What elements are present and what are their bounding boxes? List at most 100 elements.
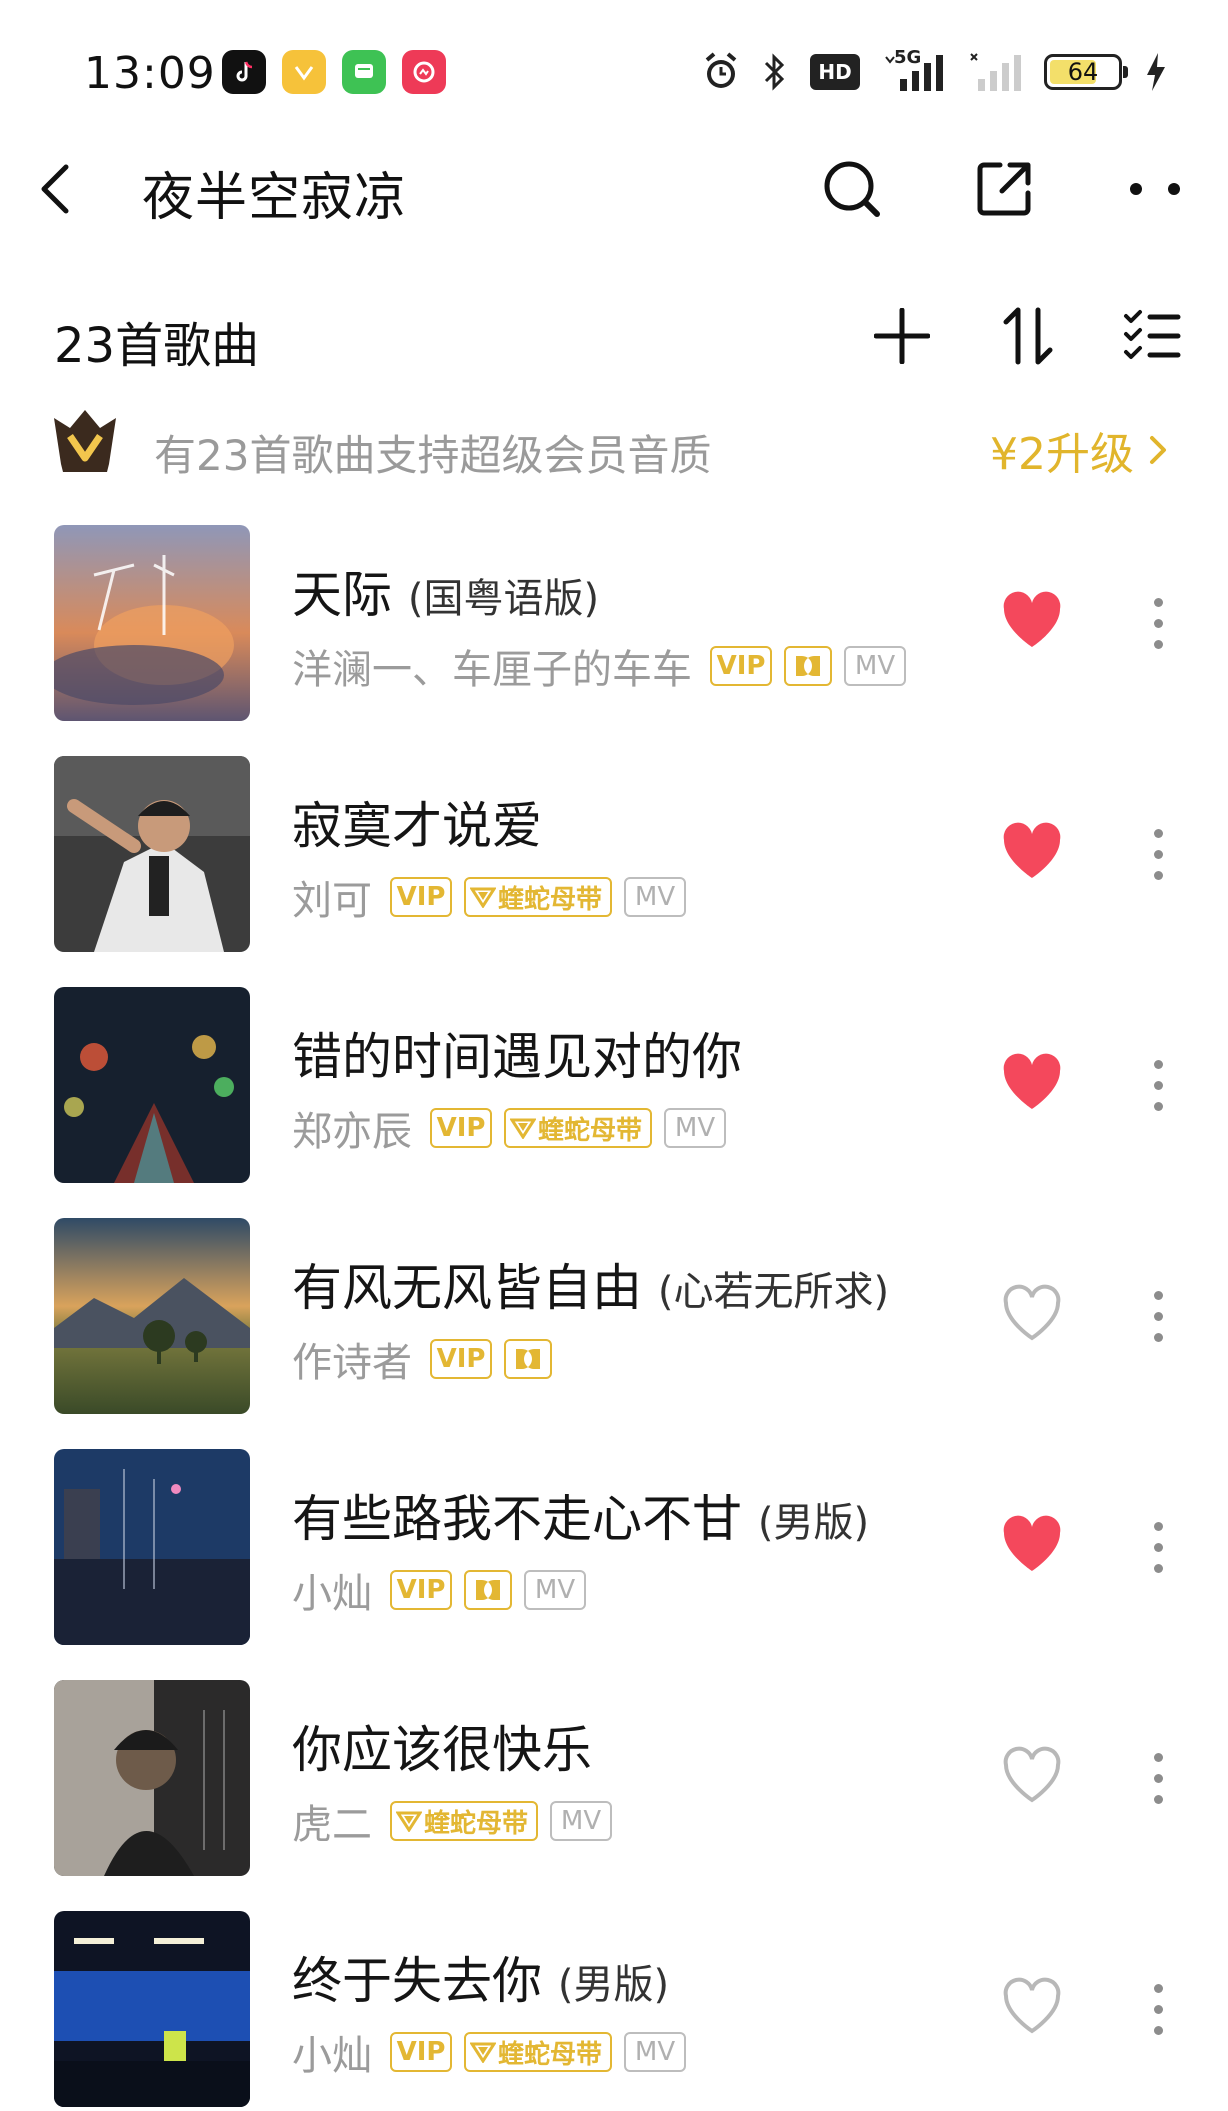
heart-outline-icon[interactable] bbox=[1000, 1746, 1064, 1806]
song-title-text: 有些路我不走心不甘 bbox=[292, 1490, 742, 1548]
song-title: 寂寞才说爱 bbox=[292, 786, 542, 858]
share-icon bbox=[977, 162, 1031, 216]
viper-label: 蝰蛇母带 bbox=[538, 1115, 643, 1146]
status-bar: 13:09 HD 5G 64 bbox=[0, 0, 1228, 145]
mv-badge[interactable]: MV bbox=[550, 1801, 613, 1841]
mv-badge[interactable]: MV bbox=[664, 1108, 727, 1148]
viper-icon bbox=[396, 1811, 422, 1832]
song-row[interactable]: 终于失去你 (男版) 小灿 VIP 蝰蛇母带 MV bbox=[0, 1911, 1228, 2111]
song-more-button[interactable] bbox=[1140, 1268, 1176, 1364]
hd-icon: HD bbox=[810, 54, 860, 90]
song-artist: 郑亦辰 bbox=[292, 1109, 412, 1155]
search-button[interactable] bbox=[812, 149, 892, 229]
song-title-text: 终于失去你 bbox=[292, 1952, 542, 2010]
alarm-icon bbox=[705, 52, 737, 88]
song-row[interactable]: 寂寞才说爱 刘可 VIP 蝰蛇母带 MV bbox=[0, 756, 1228, 987]
viper-icon bbox=[470, 887, 496, 908]
heart-filled-icon[interactable] bbox=[1000, 1515, 1064, 1575]
heart-filled-icon[interactable] bbox=[1000, 591, 1064, 651]
song-row[interactable]: 你应该很快乐 虎二 蝰蛇母带 MV bbox=[0, 1680, 1228, 1911]
viper-badge: 蝰蛇母带 bbox=[390, 1801, 539, 1841]
song-row[interactable]: 有些路我不走心不甘 (男版) 小灿 VIP MV bbox=[0, 1449, 1228, 1680]
album-cover bbox=[54, 1218, 250, 1414]
vip-badge: VIP bbox=[390, 1570, 452, 1610]
song-more-button[interactable] bbox=[1140, 806, 1176, 902]
song-meta: 小灿 VIP 蝰蛇母带 MV bbox=[292, 2027, 698, 2079]
song-artist: 洋澜一、车厘子的车车 bbox=[292, 647, 692, 693]
song-more-button[interactable] bbox=[1140, 1961, 1176, 2057]
song-more-button[interactable] bbox=[1140, 575, 1176, 671]
song-more-button[interactable] bbox=[1140, 1730, 1176, 1826]
vip-banner[interactable]: 有23首歌曲支持超级会员音质 ¥2升级 bbox=[0, 408, 1228, 488]
search-icon bbox=[824, 161, 880, 217]
song-title: 错的时间遇见对的你 bbox=[292, 1017, 742, 1089]
bluetooth-icon bbox=[764, 53, 785, 91]
dolby-icon bbox=[516, 1349, 540, 1369]
system-icons: HD 5G 64 bbox=[702, 47, 1168, 96]
chevron-left-icon bbox=[41, 164, 69, 214]
status-time: 13:09 bbox=[84, 48, 216, 99]
signal-weak-icon bbox=[970, 53, 1021, 91]
dolby-icon bbox=[476, 1580, 500, 1600]
sort-button[interactable] bbox=[990, 298, 1066, 374]
song-row[interactable]: 错的时间遇见对的你 郑亦辰 VIP 蝰蛇母带 MV bbox=[0, 987, 1228, 1218]
song-title: 你应该很快乐 bbox=[292, 1710, 592, 1782]
song-title-text: 天际 bbox=[292, 566, 392, 624]
viper-label: 蝰蛇母带 bbox=[424, 1808, 529, 1839]
hd-label: HD bbox=[818, 60, 852, 84]
song-more-button[interactable] bbox=[1140, 1499, 1176, 1595]
song-title-text: 有风无风皆自由 bbox=[292, 1259, 642, 1317]
song-artist: 刘可 bbox=[292, 878, 372, 924]
nav-bar: 夜半空寂凉 bbox=[0, 145, 1228, 245]
song-meta: 刘可 VIP 蝰蛇母带 MV bbox=[292, 872, 698, 924]
song-count: 23首歌曲 bbox=[54, 318, 260, 374]
heart-filled-icon[interactable] bbox=[1000, 822, 1064, 882]
upgrade-label: ¥2升级 bbox=[990, 429, 1134, 480]
song-meta: 小灿 VIP MV bbox=[292, 1565, 598, 1617]
album-cover bbox=[54, 987, 250, 1183]
page-title: 夜半空寂凉 bbox=[142, 168, 408, 228]
add-button[interactable] bbox=[864, 298, 940, 374]
song-subtitle: (心若无所求) bbox=[657, 1269, 890, 1315]
share-button[interactable] bbox=[964, 149, 1044, 229]
back-button[interactable] bbox=[16, 149, 96, 229]
viper-label: 蝰蛇母带 bbox=[498, 2039, 603, 2070]
heart-outline-icon[interactable] bbox=[1000, 1977, 1064, 2037]
vip-badge: VIP bbox=[430, 1339, 492, 1379]
viper-icon bbox=[510, 1118, 536, 1139]
mv-badge[interactable]: MV bbox=[524, 1570, 586, 1610]
tiktok-icon bbox=[222, 50, 266, 94]
song-row[interactable]: 有风无风皆自由 (心若无所求) 作诗者 VIP bbox=[0, 1218, 1228, 1449]
dolby-badge bbox=[784, 646, 832, 686]
song-artist: 小灿 bbox=[292, 2033, 372, 2079]
battery-icon: 64 bbox=[1044, 54, 1128, 90]
heart-filled-icon[interactable] bbox=[1000, 1053, 1064, 1113]
viper-label: 蝰蛇母带 bbox=[498, 884, 603, 915]
message-app-icon bbox=[342, 50, 386, 94]
album-cover bbox=[54, 756, 250, 952]
album-cover bbox=[54, 1911, 250, 2107]
battery-level: 64 bbox=[1067, 58, 1099, 86]
signal-5g-icon: 5G bbox=[882, 47, 948, 93]
heart-outline-icon[interactable] bbox=[1000, 1284, 1064, 1344]
chevron-right-icon bbox=[1150, 436, 1166, 464]
song-subtitle: (国粤语版) bbox=[407, 576, 600, 622]
song-title-text: 寂寞才说爱 bbox=[292, 797, 542, 855]
song-row[interactable]: 天际 (国粤语版) 洋澜一、车厘子的车车 VIP MV bbox=[0, 525, 1228, 756]
song-artist: 小灿 bbox=[292, 1571, 372, 1617]
song-title: 终于失去你 (男版) bbox=[292, 1941, 669, 2013]
mv-badge[interactable]: MV bbox=[624, 877, 687, 917]
mv-badge[interactable]: MV bbox=[624, 2032, 687, 2072]
song-more-button[interactable] bbox=[1140, 1037, 1176, 1133]
album-cover bbox=[54, 525, 250, 721]
vip-badge: VIP bbox=[430, 1108, 492, 1148]
dolby-icon bbox=[796, 656, 820, 676]
upgrade-button[interactable]: ¥2升级 bbox=[990, 418, 1168, 482]
song-meta: 郑亦辰 VIP 蝰蛇母带 MV bbox=[292, 1103, 738, 1155]
more-button[interactable] bbox=[1116, 149, 1196, 229]
charging-icon bbox=[1147, 53, 1165, 91]
manage-button[interactable] bbox=[1114, 298, 1190, 374]
dolby-badge bbox=[464, 1570, 512, 1610]
song-title: 天际 (国粤语版) bbox=[292, 555, 599, 627]
mv-badge[interactable]: MV bbox=[844, 646, 906, 686]
